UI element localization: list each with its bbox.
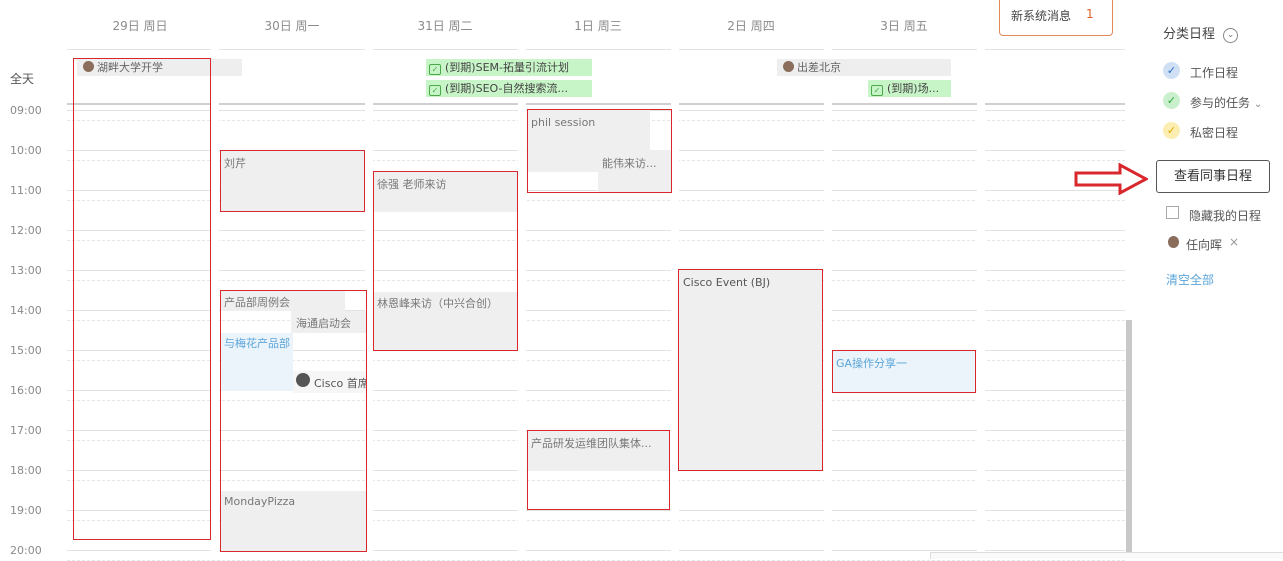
hide-mine-label[interactable]: 隐藏我的日程 xyxy=(1189,207,1261,224)
day-header-thu: 2日 周四 xyxy=(727,19,775,33)
event-ga[interactable]: GA操作分享一 xyxy=(832,350,976,393)
event-liuqin[interactable]: 刘芹 xyxy=(220,150,365,212)
close-icon[interactable]: × xyxy=(1229,235,1239,249)
category-title[interactable]: 分类日程 ⌄ xyxy=(1163,23,1239,43)
event-title: 徐强 老师来访 xyxy=(377,178,447,191)
event-title: 与梅花产品部 xyxy=(224,337,290,350)
avatar-icon xyxy=(783,61,794,72)
column-gap xyxy=(518,50,526,558)
hour-label: 10:00 xyxy=(10,144,42,157)
header-divider xyxy=(373,49,518,50)
column-gap xyxy=(211,50,219,558)
half-hour-line xyxy=(67,240,1125,241)
header-divider xyxy=(832,49,977,50)
allday-task[interactable]: ✓ (到期)场... xyxy=(868,80,951,97)
allday-task[interactable]: ✓ (到期)SEM-拓量引流计划 xyxy=(426,59,592,76)
chevron-down-icon[interactable]: ⌄ xyxy=(1254,99,1262,110)
allday-label: 全天 xyxy=(10,72,35,86)
system-notification[interactable]: 新系统消息 1 xyxy=(999,0,1113,36)
hide-mine-checkbox[interactable] xyxy=(1166,206,1179,219)
category-tasks[interactable]: 参与的任务 ⌄ xyxy=(1190,94,1262,111)
hour-label: 14:00 xyxy=(10,304,42,317)
event-title: Cisco Event (BJ) xyxy=(683,276,771,289)
event-title: MondayPizza xyxy=(224,495,296,508)
column-gap xyxy=(977,50,985,558)
header-divider xyxy=(985,49,1125,50)
event-title: Cisco 首席 xyxy=(314,377,366,390)
header-divider xyxy=(526,49,671,50)
todo-check-icon: ✓ xyxy=(429,85,441,96)
header-divider xyxy=(219,49,365,50)
hour-label: 15:00 xyxy=(10,344,42,357)
event-cisco-event[interactable]: Cisco Event (BJ) xyxy=(678,269,823,471)
column-gap xyxy=(824,50,832,558)
check-icon[interactable]: ✓ xyxy=(1163,92,1180,109)
notification-count: 1 xyxy=(1086,7,1094,21)
hour-label: 16:00 xyxy=(10,384,42,397)
colleague-name: 任向晖 xyxy=(1186,238,1223,252)
event-title: GA操作分享一 xyxy=(836,357,908,370)
event-group-tuesday[interactable]: 徐强 老师来访 林恩峰来访（中兴合创） xyxy=(373,171,518,351)
avatar-icon xyxy=(296,373,310,387)
category-private[interactable]: 私密日程 xyxy=(1190,124,1238,141)
right-arrow-icon xyxy=(1074,163,1148,195)
event-title: 能伟来访... xyxy=(602,157,657,170)
chevron-down-icon[interactable]: ⌄ xyxy=(1223,28,1239,43)
hour-label: 13:00 xyxy=(10,264,42,277)
header-divider xyxy=(67,49,211,50)
todo-check-icon: ✓ xyxy=(429,64,441,75)
hour-label: 17:00 xyxy=(10,424,42,437)
event-title: 产品研发运维团队集体... xyxy=(531,437,652,450)
day-header-wed: 1日 周三 xyxy=(574,19,622,33)
check-icon[interactable]: ✓ xyxy=(1163,122,1180,139)
day-header-sun: 29日 周日 xyxy=(112,19,168,33)
hour-label: 19:00 xyxy=(10,504,42,517)
event-group-monday[interactable]: 产品部周例会 海通启动会 与梅花产品部 Cisco 首席 MondayPizza xyxy=(220,290,367,552)
event-team[interactable]: 产品研发运维团队集体... xyxy=(527,430,670,510)
hour-label: 18:00 xyxy=(10,464,42,477)
avatar-icon xyxy=(1168,236,1179,248)
event-group-wed-morning[interactable]: phil session 能伟来访... xyxy=(527,109,672,193)
event-title: 海通启动会 xyxy=(296,317,351,330)
event-title: 产品部周例会 xyxy=(224,296,290,309)
hour-label: 12:00 xyxy=(10,224,42,237)
day-header-fri: 3日 周五 xyxy=(880,19,928,33)
half-hour-line xyxy=(67,280,1125,281)
clear-all-link[interactable]: 清空全部 xyxy=(1166,271,1214,288)
header-divider xyxy=(679,49,824,50)
category-work[interactable]: 工作日程 xyxy=(1190,64,1238,81)
highlight-box-sunday xyxy=(73,58,211,540)
hour-label: 09:00 xyxy=(10,104,42,117)
todo-check-icon: ✓ xyxy=(871,85,883,96)
notification-label: 新系统消息 xyxy=(1011,9,1072,23)
allday-task[interactable]: ✓ (到期)SEO-自然搜索流... xyxy=(426,80,592,97)
scrollbar-thumb[interactable] xyxy=(1126,320,1132,558)
event-title: 刘芹 xyxy=(224,157,246,170)
day-header-tue: 31日 周二 xyxy=(417,19,473,33)
allday-event[interactable]: 出差北京 xyxy=(777,59,951,76)
event-title: phil session xyxy=(531,116,596,129)
hour-label: 20:00 xyxy=(10,544,42,557)
view-colleague-schedule-button[interactable]: 查看同事日程 xyxy=(1156,160,1270,193)
event-title: 林恩峰来访（中兴合创） xyxy=(377,297,498,310)
allday-divider xyxy=(67,103,1125,105)
hour-label: 11:00 xyxy=(10,184,42,197)
check-icon[interactable]: ✓ xyxy=(1163,62,1180,79)
day-header-mon: 30日 周一 xyxy=(264,19,320,33)
